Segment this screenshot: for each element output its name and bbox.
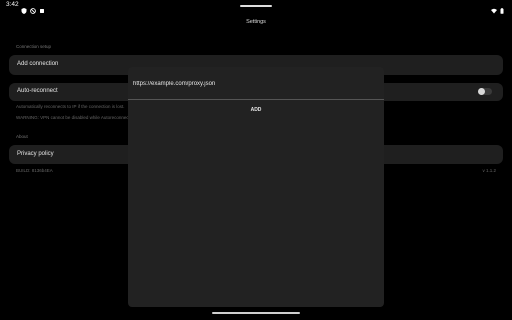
status-time: 3:42: [6, 1, 19, 8]
add-button[interactable]: ADD: [238, 105, 274, 115]
section-header-connection-setup: Connection setup: [16, 44, 52, 49]
battery-icon: [500, 1, 506, 14]
toggle-knob: [478, 88, 485, 95]
auto-reconnect-description: Automatically reconnects to IP if the co…: [16, 104, 125, 109]
build-number: BUILD: 8136b4EA: [16, 168, 53, 173]
wifi-icon: [491, 1, 497, 14]
auto-reconnect-label: Auto-reconnect: [17, 88, 58, 94]
proxy-url-input[interactable]: [133, 77, 373, 91]
no-sim-icon: [30, 1, 36, 14]
status-icons-left: [21, 1, 45, 14]
proxy-url-field-container: [128, 77, 384, 100]
section-header-about: About: [16, 134, 28, 139]
privacy-policy-label: Privacy policy: [17, 151, 54, 157]
shield-icon: [21, 1, 27, 14]
page-title: Settings: [246, 19, 266, 25]
add-connection-dialog: ADD: [128, 67, 384, 307]
home-indicator[interactable]: [212, 312, 300, 314]
status-notch: [240, 5, 272, 7]
auto-reconnect-warning: WARNING: VPN cannot be disabled while Au…: [16, 115, 142, 120]
app-version: v 1.1.2: [482, 168, 496, 173]
add-connection-label: Add connection: [17, 61, 59, 67]
vpn-key-icon: [39, 1, 45, 13]
auto-reconnect-toggle[interactable]: [478, 88, 492, 95]
status-icons-right: [491, 1, 506, 14]
